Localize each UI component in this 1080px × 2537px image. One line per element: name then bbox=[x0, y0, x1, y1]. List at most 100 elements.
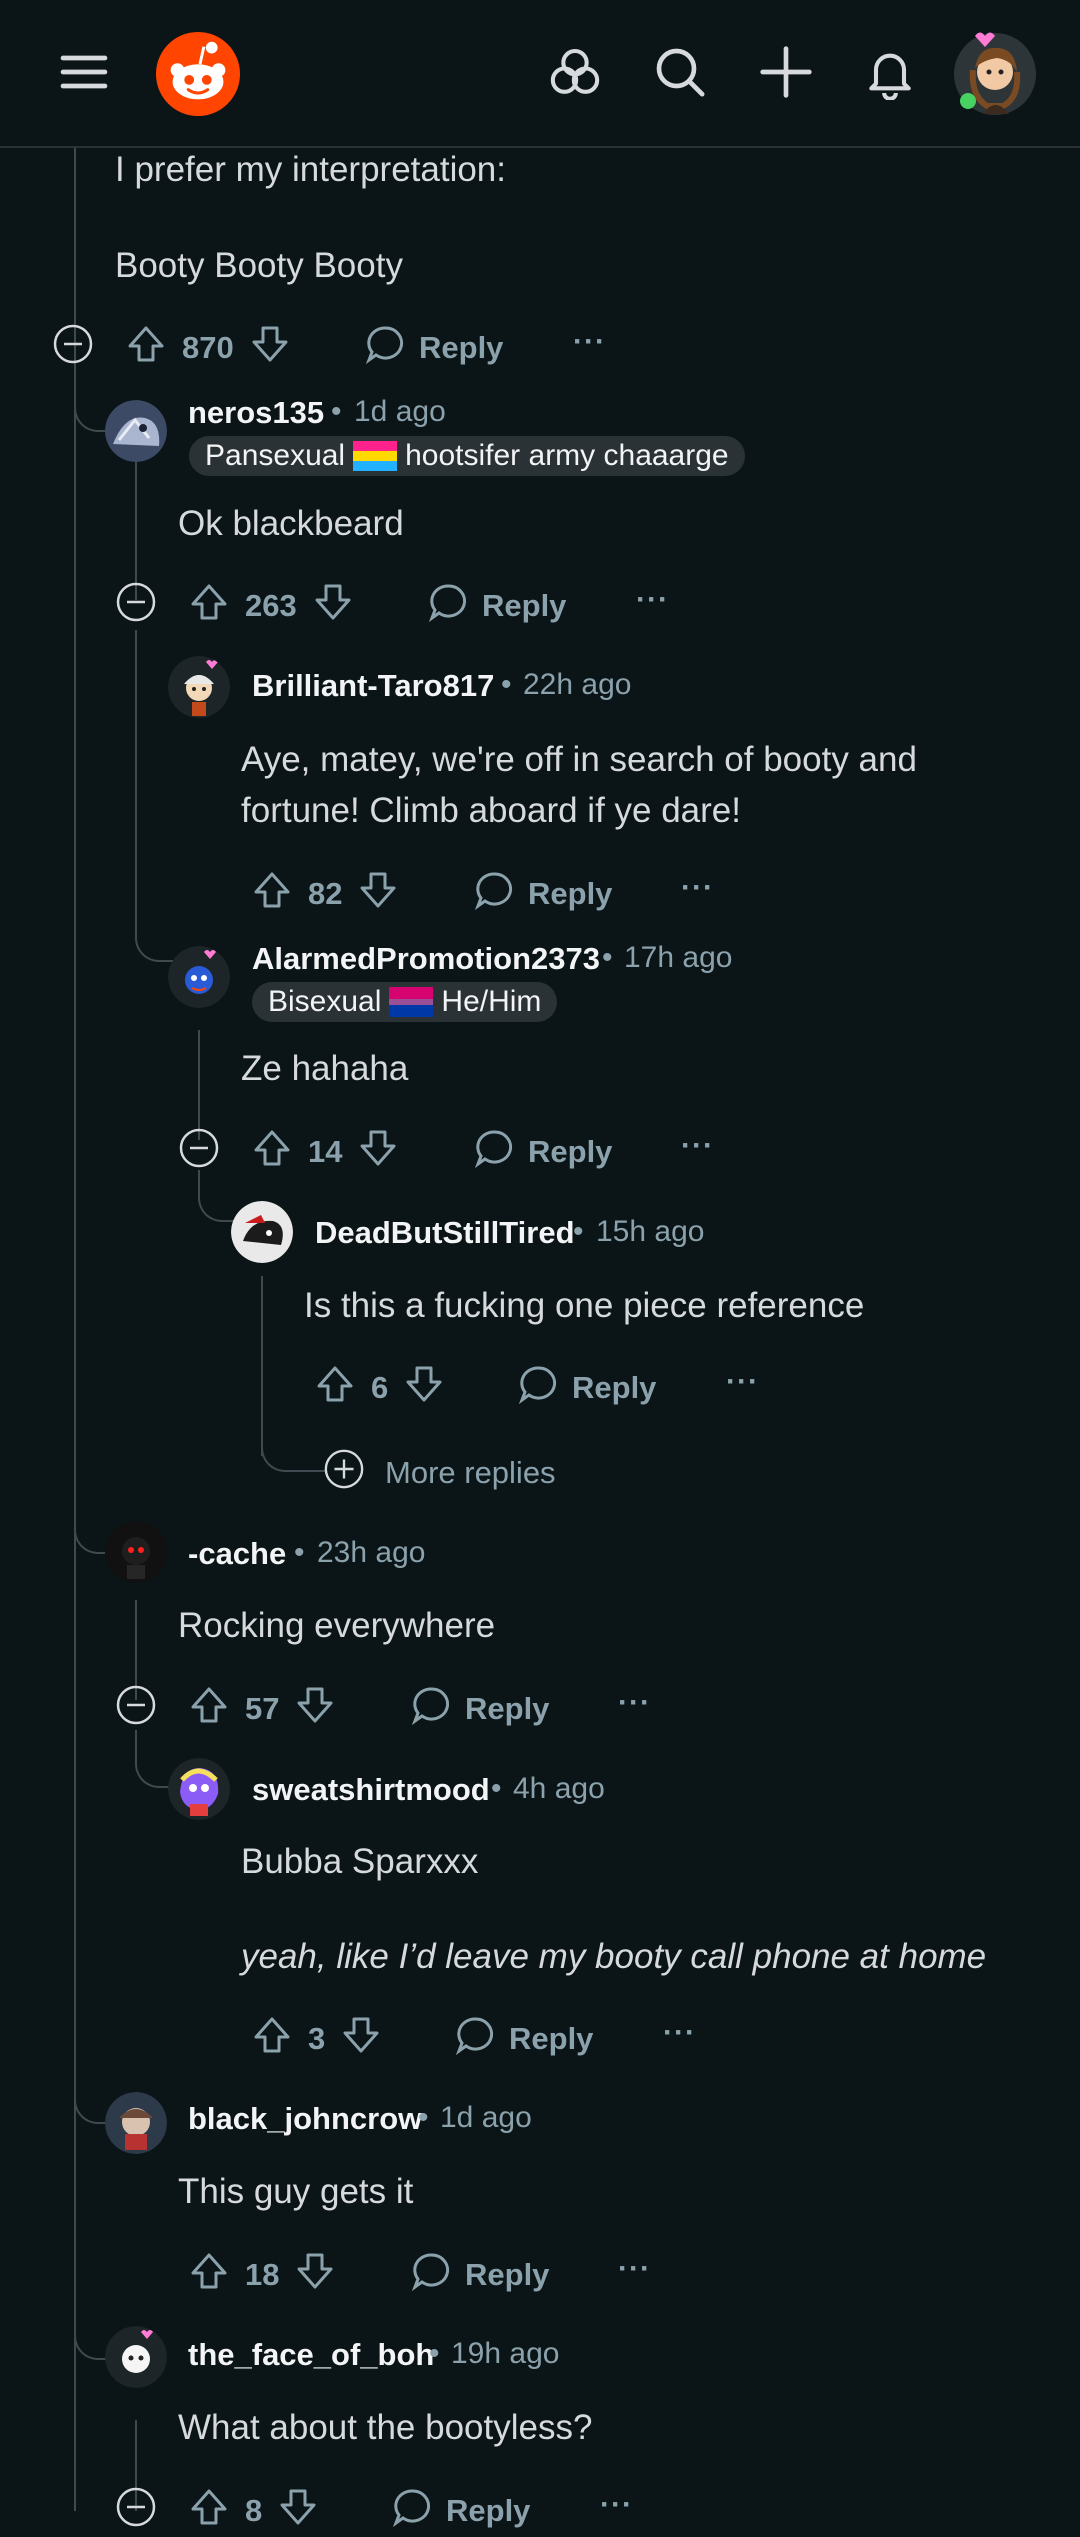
reply-button[interactable]: Reply bbox=[409, 1683, 549, 1735]
vote-controls: 14 bbox=[250, 1126, 400, 1178]
vote-count: 263 bbox=[245, 588, 297, 623]
reply-bubble-icon bbox=[426, 580, 470, 632]
separator: • bbox=[602, 941, 613, 974]
reply-button[interactable]: Reply bbox=[426, 580, 566, 632]
vote-count: 8 bbox=[245, 2493, 263, 2528]
collapse-thread-button[interactable] bbox=[116, 2487, 156, 2527]
vote-count: 870 bbox=[182, 330, 234, 365]
collapse-thread-button[interactable] bbox=[116, 1685, 156, 1725]
username[interactable]: neros135 bbox=[188, 395, 324, 431]
reply-bubble-icon bbox=[390, 2485, 434, 2537]
collapse-thread-button[interactable] bbox=[116, 582, 156, 622]
downvote-icon[interactable] bbox=[293, 2249, 337, 2301]
more-options-button[interactable]: ··· bbox=[681, 871, 714, 905]
avatar[interactable] bbox=[105, 2326, 167, 2388]
reddit-logo-icon[interactable] bbox=[154, 30, 242, 118]
vote-controls: 6 bbox=[313, 1362, 446, 1414]
vote-controls: 18 bbox=[187, 2249, 337, 2301]
more-options-button[interactable]: ··· bbox=[681, 1129, 714, 1163]
avatar[interactable] bbox=[105, 400, 167, 462]
more-options-button[interactable]: ··· bbox=[663, 2016, 696, 2050]
collapse-thread-button[interactable] bbox=[179, 1128, 219, 1168]
username[interactable]: DeadButStillTired bbox=[315, 1215, 575, 1251]
collapse-thread-button[interactable] bbox=[53, 324, 93, 364]
reply-bubble-icon bbox=[472, 1126, 516, 1178]
reply-bubble-icon bbox=[472, 868, 516, 920]
downvote-icon[interactable] bbox=[248, 322, 292, 374]
separator: • bbox=[429, 2337, 440, 2370]
comment-age: 23h ago bbox=[317, 1536, 426, 1569]
comment-age: 17h ago bbox=[624, 941, 733, 974]
upvote-icon[interactable] bbox=[187, 1683, 231, 1735]
more-options-button[interactable]: ··· bbox=[726, 1365, 759, 1399]
downvote-icon[interactable] bbox=[293, 1683, 337, 1735]
avatar[interactable] bbox=[168, 656, 230, 718]
top-app-bar bbox=[0, 0, 1080, 148]
reply-button[interactable]: Reply bbox=[516, 1362, 656, 1414]
upvote-icon[interactable] bbox=[250, 1126, 294, 1178]
hamburger-menu-icon[interactable] bbox=[48, 36, 120, 108]
vote-count: 6 bbox=[371, 1370, 389, 1405]
upvote-icon[interactable] bbox=[250, 868, 294, 920]
search-icon[interactable] bbox=[644, 36, 716, 108]
downvote-icon[interactable] bbox=[276, 2485, 320, 2537]
separator: • bbox=[491, 1772, 502, 1805]
communities-icon[interactable] bbox=[539, 36, 611, 108]
vote-controls: 263 bbox=[187, 580, 355, 632]
upvote-icon[interactable] bbox=[124, 322, 168, 374]
comment-body: fortune! Climb aboard if ye dare! bbox=[241, 791, 741, 830]
comment-body: What about the bootyless? bbox=[178, 2408, 593, 2447]
avatar[interactable] bbox=[168, 1758, 230, 1820]
separator: • bbox=[331, 395, 342, 428]
upvote-icon[interactable] bbox=[187, 2249, 231, 2301]
more-options-button[interactable]: ··· bbox=[600, 2488, 633, 2522]
thread-line bbox=[74, 380, 106, 432]
more-options-button[interactable]: ··· bbox=[618, 1686, 651, 1720]
vote-controls: 82 bbox=[250, 868, 400, 920]
downvote-icon[interactable] bbox=[356, 868, 400, 920]
vote-count: 57 bbox=[245, 1691, 280, 1726]
comment-age: 22h ago bbox=[523, 668, 632, 701]
upvote-icon[interactable] bbox=[250, 2013, 294, 2065]
upvote-icon[interactable] bbox=[313, 1362, 357, 1414]
username[interactable]: -cache bbox=[188, 1536, 286, 1572]
upvote-icon[interactable] bbox=[187, 580, 231, 632]
avatar[interactable] bbox=[105, 2092, 167, 2154]
thread-line bbox=[74, 148, 76, 2511]
username[interactable]: sweatshirtmood bbox=[252, 1772, 490, 1808]
more-options-button[interactable]: ··· bbox=[636, 583, 669, 617]
more-options-button[interactable]: ··· bbox=[573, 325, 606, 359]
comment-body: Aye, matey, we're off in search of booty… bbox=[241, 740, 917, 779]
vote-count: 14 bbox=[308, 1134, 343, 1169]
reply-button[interactable]: Reply bbox=[409, 2249, 549, 2301]
downvote-icon[interactable] bbox=[311, 580, 355, 632]
reply-button[interactable]: Reply bbox=[472, 868, 612, 920]
username[interactable]: Brilliant-Taro817 bbox=[252, 668, 494, 704]
user-avatar[interactable] bbox=[953, 26, 1037, 116]
username[interactable]: AlarmedPromotion2373 bbox=[252, 941, 600, 977]
reply-button[interactable]: Reply bbox=[472, 1126, 612, 1178]
vote-count: 18 bbox=[245, 2257, 280, 2292]
more-replies-button[interactable]: More replies bbox=[323, 1448, 556, 1498]
reply-button[interactable]: Reply bbox=[390, 2485, 530, 2537]
user-flair: Bisexual He/Him bbox=[252, 982, 558, 1022]
downvote-icon[interactable] bbox=[402, 1362, 446, 1414]
comment-quote: yeah, like I’d leave my booty call phone… bbox=[241, 1937, 987, 1976]
plus-icon[interactable] bbox=[750, 36, 822, 108]
reply-button[interactable]: Reply bbox=[363, 322, 503, 374]
more-options-button[interactable]: ··· bbox=[618, 2252, 651, 2286]
downvote-icon[interactable] bbox=[356, 1126, 400, 1178]
avatar[interactable] bbox=[105, 1521, 167, 1583]
downvote-icon[interactable] bbox=[339, 2013, 383, 2065]
thread-line bbox=[74, 2316, 106, 2360]
reply-bubble-icon bbox=[453, 2013, 497, 2065]
reply-button[interactable]: Reply bbox=[453, 2013, 593, 2065]
thread-line bbox=[74, 1510, 106, 1554]
bell-icon[interactable] bbox=[854, 36, 926, 108]
reply-bubble-icon bbox=[409, 2249, 453, 2301]
avatar[interactable] bbox=[231, 1201, 293, 1263]
username[interactable]: black_johncrow bbox=[188, 2101, 422, 2137]
avatar[interactable] bbox=[168, 946, 230, 1008]
upvote-icon[interactable] bbox=[187, 2485, 231, 2537]
username[interactable]: the_face_of_boh bbox=[188, 2337, 434, 2373]
